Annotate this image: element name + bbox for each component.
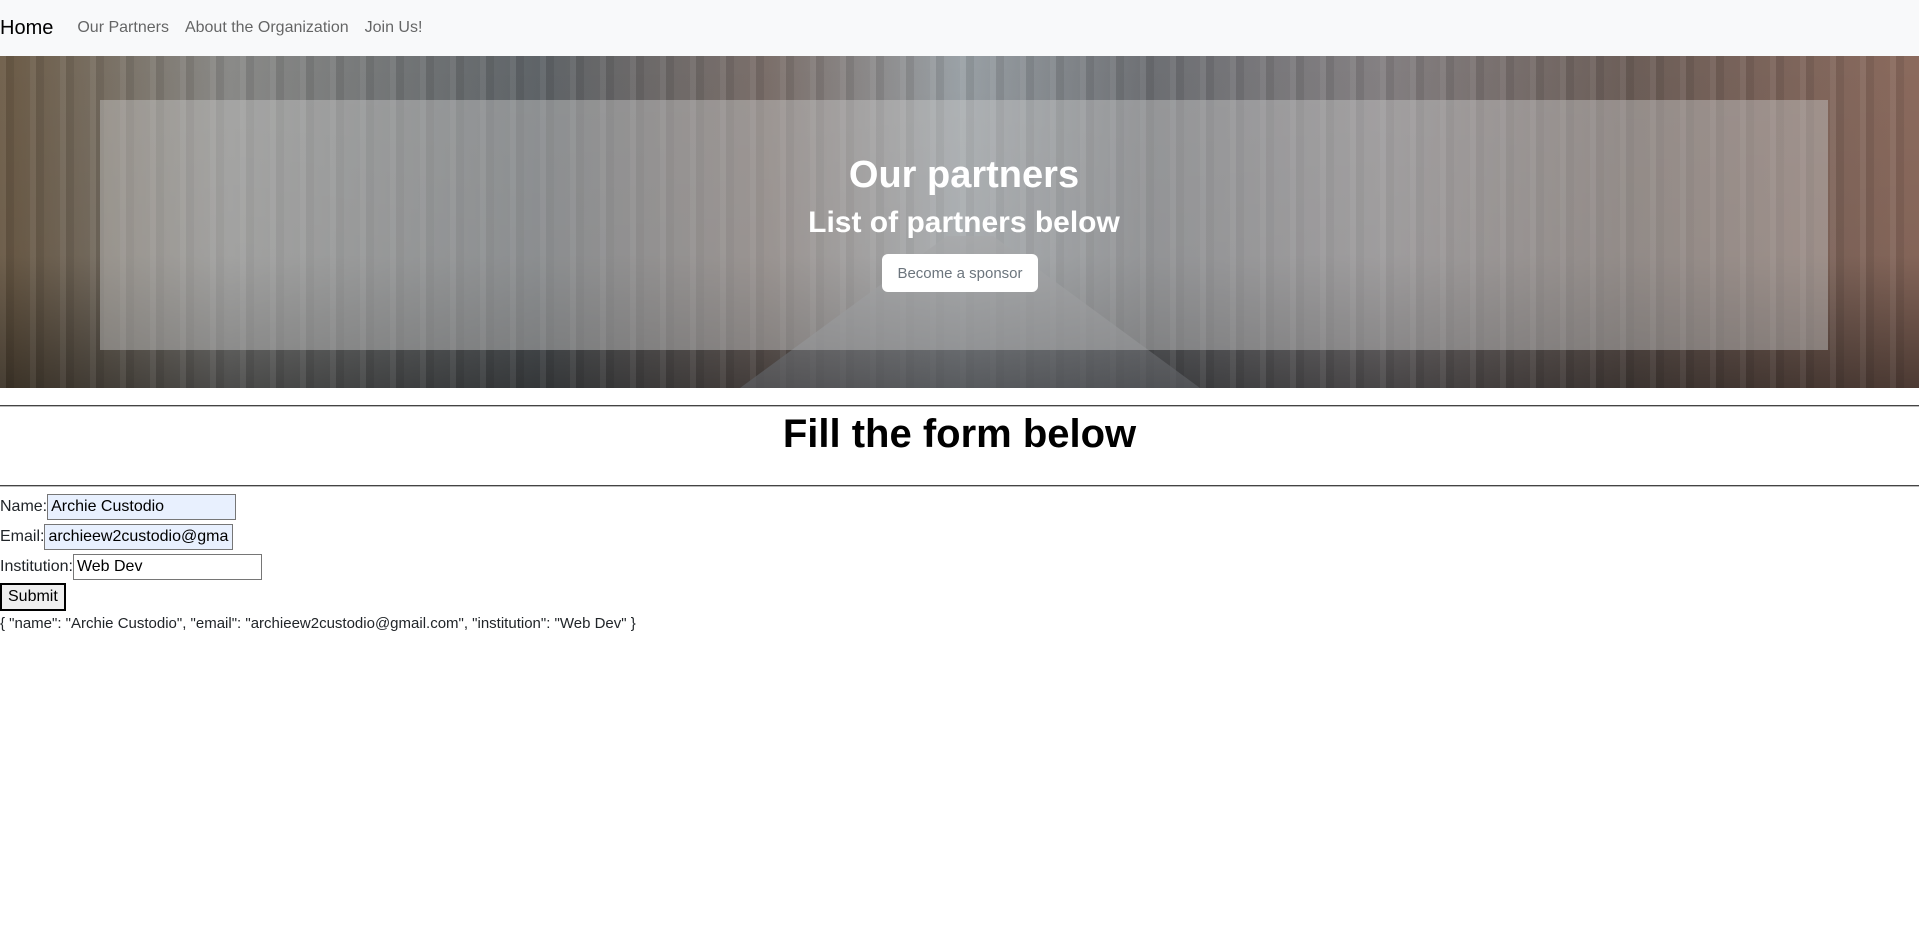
hero-banner: Our partners List of partners below Beco… [0,56,1919,388]
nav-link-about[interactable]: About the Organization [185,19,349,37]
divider-bottom [0,485,1919,487]
institution-row: Institution: [0,552,262,582]
hero-overlay: Our partners List of partners below Beco… [100,100,1828,350]
hero-title: Our partners [848,154,1080,196]
nav-link-our-partners[interactable]: Our Partners [77,19,169,37]
hero-subtitle: List of partners below [808,206,1120,239]
nav-link-join-us[interactable]: Join Us! [365,19,423,37]
name-label: Name: [0,498,48,515]
email-label: Email: [0,528,45,545]
divider-top [0,405,1919,407]
form-heading: Fill the form below [782,412,1137,456]
submit-button[interactable]: Submit [0,583,66,611]
institution-input[interactable] [72,554,262,580]
email-input[interactable] [44,524,234,550]
name-input[interactable] [47,494,237,520]
become-sponsor-button[interactable]: Become a sponsor [882,254,1038,292]
nav-home-link[interactable]: Home [0,17,53,40]
email-row: Email: [0,522,234,552]
institution-label: Institution: [0,558,73,575]
navbar: Home Our Partners About the Organization… [0,0,1919,56]
json-output-text: { "name": "Archie Custodio", "email": "a… [0,615,636,632]
name-row: Name: [0,492,237,522]
